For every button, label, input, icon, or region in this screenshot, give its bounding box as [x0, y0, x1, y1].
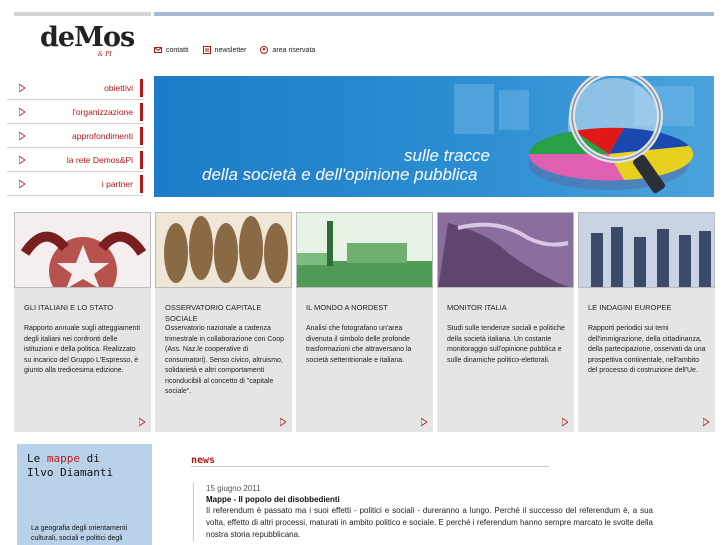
nav-label: l'organizzazione	[72, 106, 133, 117]
mappe-author: Ilvo Diamanti	[27, 466, 114, 479]
nav-item-rete[interactable]: la rete Demos&Pi	[7, 148, 143, 172]
nav-marker	[140, 151, 143, 169]
banner-tagline-1: sulle tracce	[404, 146, 490, 165]
mappe-title: Le mappe di Ilvo Diamanti	[27, 452, 147, 480]
hero-banner: sulle tracce della società e dell'opinio…	[154, 76, 714, 197]
arrow-right-icon	[19, 180, 25, 188]
card-title: IL MONDO A NORDEST	[306, 303, 388, 312]
card-mondo-nordest[interactable]: IL MONDO A NORDEST Analisi che fotografa…	[296, 212, 433, 432]
card-body: Analisi che fotografano un'area divenuta…	[306, 325, 412, 364]
nav-marker	[140, 175, 143, 193]
newsletter-icon	[202, 46, 211, 54]
nav-label: la rete Demos&Pi	[66, 154, 133, 165]
card-monitor-italia[interactable]: MONITOR ITALIA Studi sulle tendenze soci…	[437, 212, 574, 432]
card-italiani-stato[interactable]: GLI ITALIANI E LO STATO Rapporto annuale…	[14, 212, 151, 432]
news-title[interactable]: Mappe - Il popolo dei disobbedienti	[206, 494, 653, 505]
mappe-text: La geografia degli orientamenti cultural…	[31, 525, 128, 542]
nav-marker	[140, 127, 143, 145]
card-body: Osservatorio nazionale a cadenza trimest…	[165, 325, 285, 395]
arrow-right-icon	[19, 108, 25, 116]
area-riservata-label: area riservata	[272, 46, 316, 54]
arrow-right-icon	[19, 84, 25, 92]
nav-label: obiettivi	[104, 82, 133, 93]
card-title: OSSERVATORIO CAPITALE SOCIALE	[165, 303, 262, 323]
arrow-right-icon[interactable]	[703, 418, 709, 426]
card-title: MONITOR ITALIA	[447, 303, 507, 312]
newsletter-label: newsletter	[214, 46, 247, 54]
news-item[interactable]: 15 giugno 2011 Mappe - Il popolo dei dis…	[193, 483, 653, 541]
arrow-right-icon	[19, 156, 25, 164]
nav-item-approfondimenti[interactable]: approfondimenti	[7, 124, 143, 148]
nav-marker	[140, 103, 143, 121]
mappe-title-pre: Le	[27, 452, 47, 465]
arrow-right-icon[interactable]	[280, 418, 286, 426]
research-cards: GLI ITALIANI E LO STATO Rapporto annuale…	[14, 212, 715, 432]
arrow-right-icon[interactable]	[421, 418, 427, 426]
nav-item-partner[interactable]: i partner	[7, 172, 143, 196]
nav-label: approfondimenti	[72, 130, 133, 141]
news-text: Il referendum è passato ma i suoi effett…	[206, 506, 653, 539]
user-icon	[260, 46, 269, 54]
card-title: GLI ITALIANI E LO STATO	[24, 303, 114, 312]
arrow-right-icon[interactable]	[139, 418, 145, 426]
nav-marker	[140, 79, 143, 97]
card-body: Rapporti periodici sui temi dell'immigra…	[588, 325, 706, 374]
news-date: 15 giugno 2011	[206, 484, 261, 493]
card-body: Rapporto annuale sugli atteggiamenti deg…	[24, 325, 140, 374]
arrow-right-icon	[19, 132, 25, 140]
contatti-label: contatti	[166, 46, 189, 54]
card-capitale-sociale[interactable]: OSSERVATORIO CAPITALE SOCIALE Osservator…	[155, 212, 292, 432]
nav-item-obiettivi[interactable]: obiettivi	[7, 76, 143, 100]
card-body: Studi sulle tendenze sociali e politiche…	[447, 325, 565, 364]
card-indagini-europee[interactable]: LE INDAGINI EUROPEE Rapporti periodici s…	[578, 212, 715, 432]
mail-icon	[154, 47, 162, 53]
sidebar-nav: obiettivi l'organizzazione approfondimen…	[7, 76, 143, 196]
top-divider-right	[154, 12, 714, 16]
news-heading: news	[191, 455, 216, 466]
card-image	[437, 212, 574, 288]
mappe-box[interactable]: Le mappe di Ilvo Diamanti La geografia d…	[17, 444, 152, 545]
card-image	[14, 212, 151, 288]
news-divider	[191, 466, 549, 467]
nav-item-organizzazione[interactable]: l'organizzazione	[7, 100, 143, 124]
logo-text: deMos	[40, 22, 135, 53]
mappe-title-post: di	[80, 452, 100, 465]
newsletter-link[interactable]: newsletter	[202, 46, 247, 54]
card-image	[578, 212, 715, 288]
banner-tagline-2: della società e dell'opinione pubblica	[202, 165, 478, 184]
nav-label: i partner	[101, 178, 133, 189]
area-riservata-link[interactable]: area riservata	[260, 46, 315, 54]
logo-subtext: & PI	[98, 51, 112, 58]
contatti-link[interactable]: contatti	[154, 46, 189, 54]
top-links: contatti newsletter area riservata	[154, 46, 315, 54]
card-image	[296, 212, 433, 288]
top-divider-left	[14, 12, 151, 16]
demos-logo[interactable]: deMos & PI	[40, 22, 135, 60]
card-image	[155, 212, 292, 288]
mappe-title-highlight: mappe	[46, 452, 80, 465]
arrow-right-icon[interactable]	[562, 418, 568, 426]
card-title: LE INDAGINI EUROPEE	[588, 303, 672, 312]
